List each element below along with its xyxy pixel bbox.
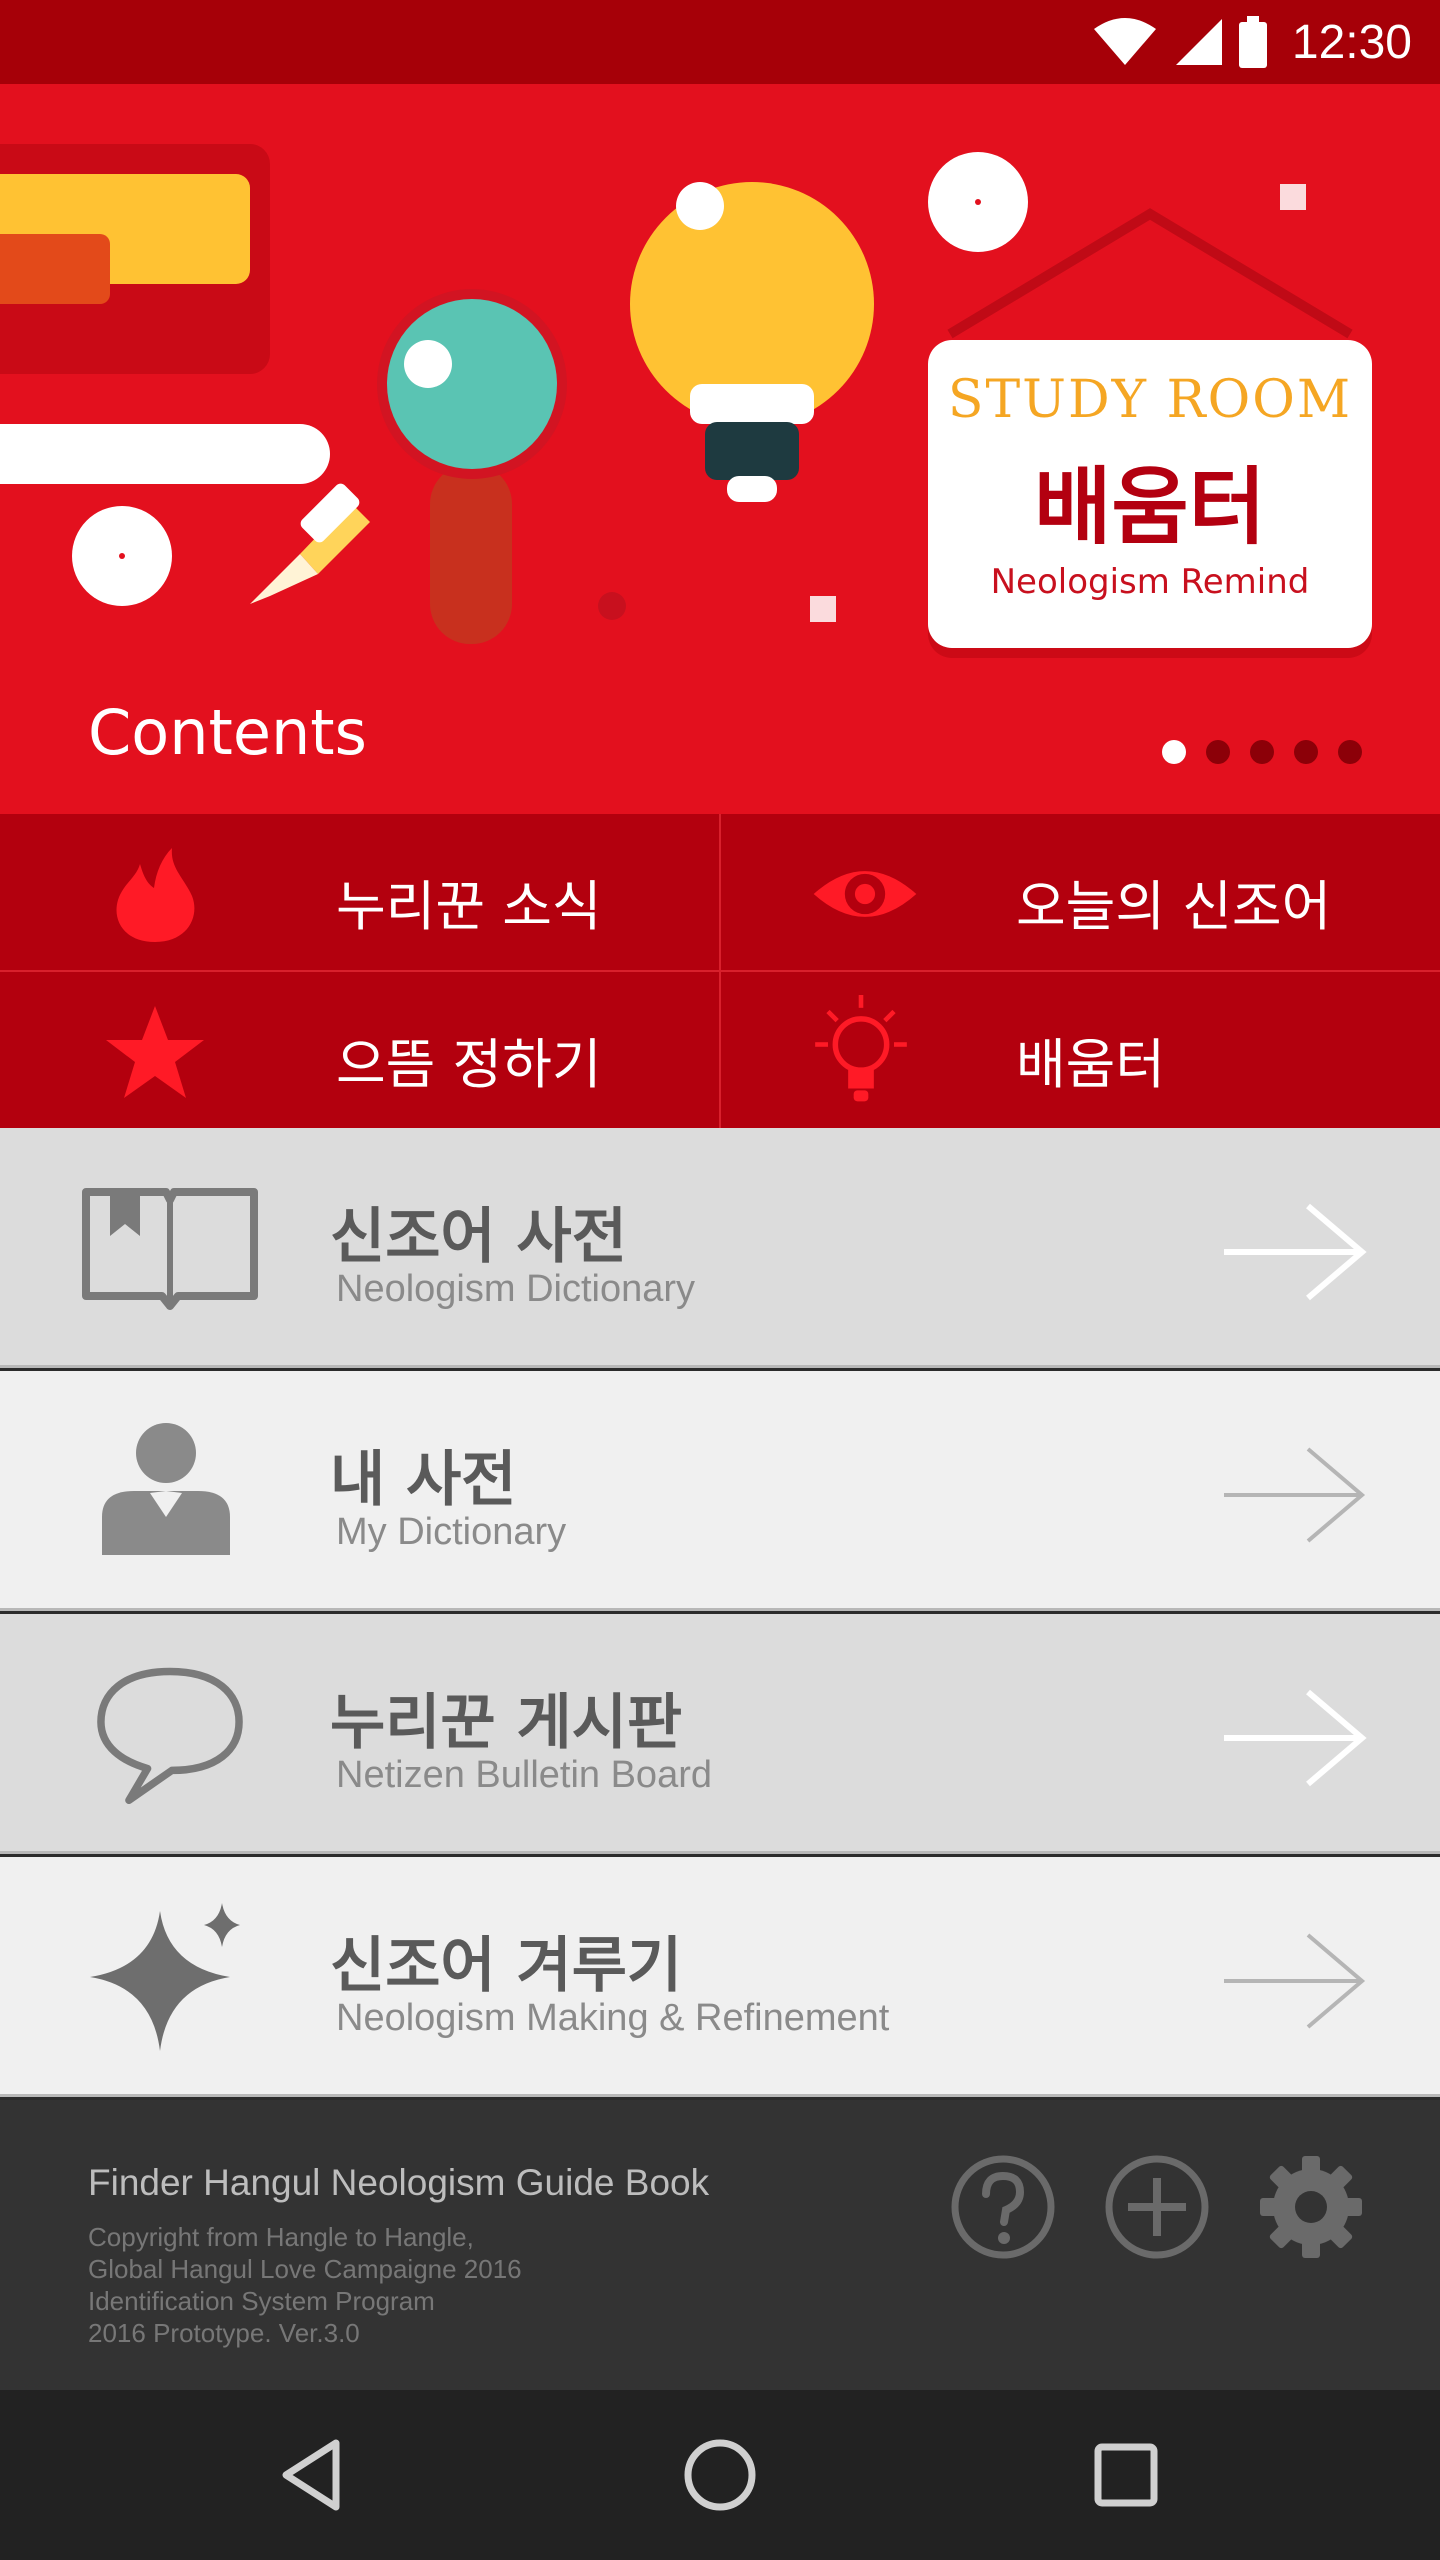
sparkle-icon [90,1903,240,2051]
footer-title: Finder Hangul Neologism Guide Book [88,2162,710,2203]
menu-item-title: 내 사전 [330,1445,517,1515]
settings-icon[interactable] [1256,2152,1366,2262]
quick-item-vote-best[interactable]: 으뜸 정하기 [0,972,720,1128]
wifi-icon [1093,18,1156,65]
book-icon [82,1188,258,1310]
footer-version-line: 2016 Prototype. Ver.3.0 [88,2318,360,2348]
recents-icon[interactable] [1086,2435,1166,2515]
page-dot-1[interactable] [1162,740,1186,764]
quick-item-label: 배움터 [1016,1033,1166,1096]
menu-item-netizen-bulletin-board[interactable]: 누리꾼 게시판 Netizen Bulletin Board [0,1614,1440,1854]
speech-bubble-icon [97,1667,243,1804]
status-bar: 12:30 [0,0,1440,84]
menu-item-subtitle: Neologism Dictionary [336,1268,696,1310]
system-nav-bar [0,2390,1440,2560]
page-dot-2[interactable] [1206,740,1230,764]
footer-copyright-line: Copyright from Hangle to Hangle, [88,2222,474,2252]
quick-item-todays-neologism[interactable]: 오늘의 신조어 [720,814,1440,970]
menu-item-subtitle: My Dictionary [336,1511,567,1553]
quick-menu: 누리꾼 소식 오늘의 신조어 으뜸 정하기 배움터 [0,814,1440,1128]
add-icon[interactable] [1102,2152,1212,2262]
menu-item-subtitle: Netizen Bulletin Board [336,1754,712,1796]
quick-item-study-room[interactable]: 배움터 [720,972,1440,1128]
quick-item-label: 오늘의 신조어 [1016,875,1332,938]
study-room-sign: STUDY ROOM 배움터 Neologism Remind [928,340,1372,648]
menu-item-subtitle: Neologism Making & Refinement [336,1997,890,2039]
battery-icon [1238,16,1267,68]
page-dot-3[interactable] [1250,740,1274,764]
app-footer: Finder Hangul Neologism Guide Book Copyr… [0,2100,1440,2390]
quick-item-label: 으뜸 정하기 [336,1033,602,1096]
menu-item-neologism-dictionary[interactable]: 신조어 사전 Neologism Dictionary [0,1128,1440,1368]
footer-copyright-line: Global Hangul Love Campaigne 2016 [88,2254,522,2284]
flame-icon [116,848,195,942]
quick-item-netizen-news[interactable]: 누리꾼 소식 [0,814,720,970]
sign-line-1: STUDY ROOM [947,370,1353,430]
page-dot-4[interactable] [1294,740,1318,764]
status-time: 12:30 [1291,15,1412,69]
menu-item-title: 신조어 겨루기 [330,1931,683,2001]
banner-title: Contents [88,696,367,769]
person-icon [102,1423,230,1555]
page-dot-5[interactable] [1338,740,1362,764]
menu-item-neologism-contest[interactable]: 신조어 겨루기 Neologism Making & Refinement [0,1857,1440,2097]
sign-line-3: Neologism Remind [990,562,1310,602]
footer-copyright-line: Identification System Program [88,2286,435,2316]
star-icon [106,1006,204,1098]
arrow-right-icon [1224,1203,1367,1301]
sign-line-2: 배움터 [1034,457,1266,556]
help-icon[interactable] [948,2152,1058,2262]
arrow-right-icon [1224,1689,1367,1787]
back-icon[interactable] [276,2435,356,2515]
hero-banner[interactable]: STUDY ROOM 배움터 Neologism Remind Contents [0,84,1440,814]
home-icon[interactable] [680,2435,760,2515]
arrow-right-icon [1224,1447,1366,1543]
menu-item-my-dictionary[interactable]: 내 사전 My Dictionary [0,1371,1440,1611]
menu-item-title: 신조어 사전 [330,1202,627,1272]
cell-signal-icon [1175,19,1222,65]
quick-item-label: 누리꾼 소식 [336,875,602,938]
page-indicator[interactable] [1162,740,1362,764]
arrow-right-icon [1224,1933,1366,2029]
menu-item-title: 누리꾼 게시판 [330,1688,683,1758]
lightbulb-icon [815,995,907,1102]
eye-icon [813,871,917,917]
grid-divider [0,970,1440,972]
